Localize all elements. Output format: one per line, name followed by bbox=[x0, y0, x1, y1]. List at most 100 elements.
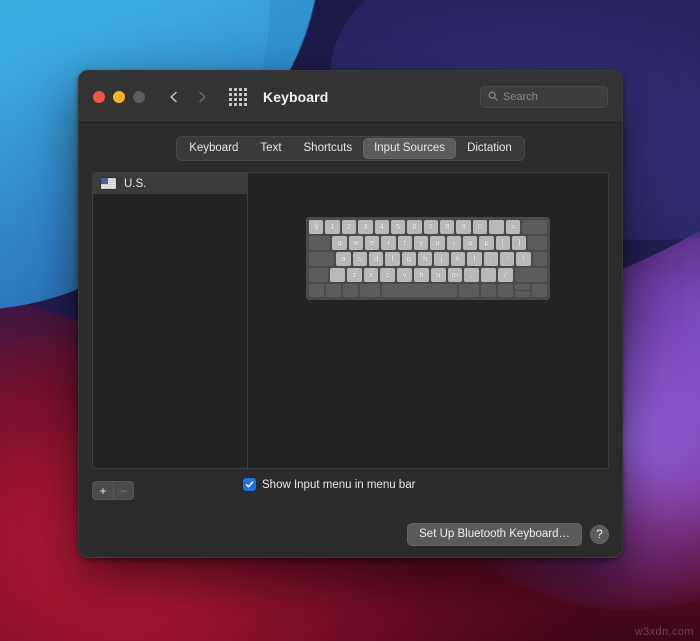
key[interactable]: u bbox=[430, 236, 445, 250]
tab-input-sources[interactable]: Input Sources bbox=[363, 138, 457, 159]
key[interactable]: ] bbox=[512, 236, 527, 250]
key[interactable]: ' bbox=[499, 252, 515, 266]
key[interactable]: p bbox=[479, 236, 494, 250]
key[interactable]: i bbox=[446, 236, 462, 250]
key-arrow-down[interactable] bbox=[514, 291, 530, 297]
key-caps-lock[interactable] bbox=[309, 252, 335, 266]
tab-group: Keyboard Text Shortcuts Input Sources Di… bbox=[176, 136, 525, 161]
key[interactable]: x bbox=[363, 268, 379, 282]
minimize-button[interactable] bbox=[113, 90, 125, 103]
key-delete[interactable] bbox=[521, 220, 548, 234]
key-command-right[interactable] bbox=[459, 284, 479, 297]
key[interactable]: g bbox=[401, 252, 417, 266]
key-shift-left[interactable] bbox=[309, 268, 329, 282]
key-return-upper[interactable] bbox=[528, 236, 548, 250]
tab-content-input-sources: U.S. § 1 2 3 4 5 6 7 8 9 0 - = q w e r t… bbox=[79, 172, 622, 515]
key[interactable]: o bbox=[463, 236, 478, 250]
key-option-left[interactable] bbox=[343, 284, 359, 297]
key[interactable]: \ bbox=[516, 252, 531, 266]
page-title: Keyboard bbox=[263, 88, 329, 105]
key[interactable]: k bbox=[450, 252, 466, 266]
key[interactable]: - bbox=[489, 220, 504, 234]
forward-chevron-icon[interactable] bbox=[195, 90, 209, 104]
key[interactable]: 0 bbox=[472, 220, 488, 234]
key[interactable]: a bbox=[336, 252, 351, 266]
back-chevron-icon[interactable] bbox=[167, 90, 181, 104]
show-input-menu-checkbox[interactable] bbox=[243, 478, 256, 491]
tab-keyboard[interactable]: Keyboard bbox=[178, 138, 249, 159]
input-source-list[interactable]: U.S. bbox=[93, 173, 248, 468]
watermark: w3xdn.com bbox=[634, 626, 694, 638]
key[interactable]: c bbox=[380, 268, 396, 282]
show-all-grid-icon[interactable] bbox=[229, 87, 247, 106]
key[interactable]: ; bbox=[483, 252, 498, 266]
key[interactable]: b bbox=[414, 268, 429, 282]
key-fn[interactable] bbox=[309, 284, 325, 297]
key[interactable]: l bbox=[467, 252, 482, 266]
navigation-buttons bbox=[167, 90, 209, 104]
key-arrow-left[interactable] bbox=[497, 284, 513, 297]
key[interactable]: [ bbox=[495, 236, 511, 250]
key[interactable]: 4 bbox=[374, 220, 389, 234]
key[interactable]: . bbox=[481, 268, 496, 282]
keyboard-row-modifiers bbox=[309, 284, 547, 297]
key[interactable]: , bbox=[464, 268, 480, 282]
key-arrow-up[interactable] bbox=[514, 284, 530, 290]
key[interactable]: 1 bbox=[325, 220, 340, 234]
key[interactable]: 6 bbox=[407, 220, 422, 234]
search-field[interactable] bbox=[480, 85, 608, 108]
key[interactable]: q bbox=[332, 236, 347, 250]
key-arrow-right[interactable] bbox=[531, 284, 547, 297]
keyboard-row-bottom-letters: ` z x c v b n m , . / bbox=[309, 268, 548, 282]
key[interactable]: 8 bbox=[440, 220, 455, 234]
key[interactable]: 3 bbox=[358, 220, 373, 234]
key[interactable]: 7 bbox=[423, 220, 438, 234]
key[interactable]: r bbox=[381, 236, 396, 250]
key[interactable]: = bbox=[505, 220, 520, 234]
key[interactable]: 2 bbox=[341, 220, 357, 234]
key-shift-right[interactable] bbox=[514, 268, 548, 282]
key-control[interactable] bbox=[326, 284, 342, 297]
key[interactable]: n bbox=[430, 268, 446, 282]
tab-text[interactable]: Text bbox=[249, 138, 292, 159]
key-tab[interactable] bbox=[309, 236, 331, 250]
keyboard-preferences-window: Keyboard Keyboard Text Shortcuts Input S… bbox=[78, 70, 623, 558]
key-space[interactable] bbox=[381, 284, 458, 297]
key[interactable]: j bbox=[434, 252, 449, 266]
key[interactable]: v bbox=[397, 268, 413, 282]
key-option-right[interactable] bbox=[480, 284, 496, 297]
window-footer: Set Up Bluetooth Keyboard… ? bbox=[79, 515, 622, 557]
key[interactable]: s bbox=[352, 252, 367, 266]
key[interactable]: e bbox=[365, 236, 380, 250]
close-button[interactable] bbox=[93, 90, 105, 103]
remove-input-source-button[interactable]: − bbox=[113, 482, 133, 499]
tab-shortcuts[interactable]: Shortcuts bbox=[293, 138, 364, 159]
key[interactable]: / bbox=[497, 268, 513, 282]
add-input-source-button[interactable]: + bbox=[93, 482, 113, 499]
show-input-menu-row[interactable]: Show Input menu in menu bar bbox=[243, 478, 415, 491]
key-return-lower[interactable] bbox=[532, 252, 548, 266]
key[interactable]: f bbox=[385, 252, 400, 266]
key[interactable]: t bbox=[397, 236, 413, 250]
search-input[interactable] bbox=[503, 90, 600, 103]
key[interactable]: m bbox=[447, 268, 463, 282]
setup-bluetooth-keyboard-button[interactable]: Set Up Bluetooth Keyboard… bbox=[407, 523, 582, 546]
key[interactable]: h bbox=[418, 252, 433, 266]
key[interactable]: d bbox=[368, 252, 384, 266]
keyboard-row-qwerty: q w e r t y u i o p [ ] bbox=[309, 236, 548, 250]
tab-bar: Keyboard Text Shortcuts Input Sources Di… bbox=[79, 123, 622, 172]
key[interactable]: z bbox=[346, 268, 362, 282]
key[interactable]: ` bbox=[330, 268, 345, 282]
key-command-left[interactable] bbox=[360, 284, 380, 297]
list-item[interactable]: U.S. bbox=[93, 173, 247, 194]
key[interactable]: 9 bbox=[456, 220, 471, 234]
help-button[interactable]: ? bbox=[590, 525, 609, 544]
zoom-button[interactable] bbox=[133, 90, 145, 103]
key[interactable]: y bbox=[414, 236, 429, 250]
us-flag-icon bbox=[101, 178, 116, 189]
key[interactable]: 5 bbox=[390, 220, 406, 234]
key[interactable]: § bbox=[309, 220, 324, 234]
tab-dictation[interactable]: Dictation bbox=[456, 138, 523, 159]
show-input-menu-label: Show Input menu in menu bar bbox=[262, 478, 416, 491]
key[interactable]: w bbox=[348, 236, 364, 250]
